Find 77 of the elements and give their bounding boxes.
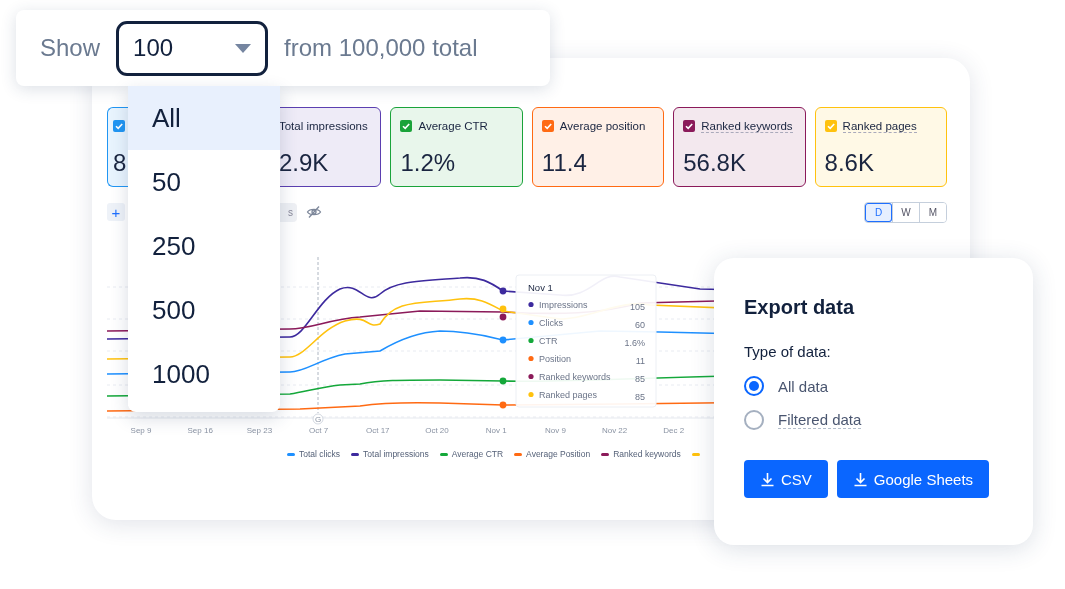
show-label: Show <box>40 34 101 62</box>
period-tab[interactable]: M <box>919 202 946 222</box>
tooltip-value: 11 <box>635 356 645 366</box>
metric-label: Average position <box>559 120 646 132</box>
caret-icon <box>235 43 252 53</box>
metric-value: 11.4 <box>541 149 588 177</box>
dropdown-option[interactable]: 1000 <box>128 342 280 406</box>
axis-label: Sep 23 <box>246 426 273 435</box>
total-label: from 100,000 total <box>284 34 478 62</box>
download-button[interactable]: CSV <box>744 460 828 498</box>
tooltip-value: 105 <box>629 302 645 312</box>
checkbox[interactable] <box>400 120 413 132</box>
axis-label: Oct 20 <box>425 426 449 435</box>
metric-label: Average CTR <box>418 120 488 132</box>
axis-label: Nov 22 <box>601 426 628 435</box>
g-marker: G <box>312 413 324 425</box>
metric-card[interactable]: Average position 11.4 <box>531 107 665 187</box>
dropdown-option[interactable]: 250 <box>128 214 280 278</box>
metric-card[interactable]: Ranked pages 8.6K <box>814 107 947 187</box>
metric-value: 8 <box>113 149 128 177</box>
radio-label[interactable]: Filtered data <box>778 411 862 429</box>
axis-label: Oct 17 <box>366 426 390 435</box>
panel-title: Export data <box>744 296 856 319</box>
metric-label: Ranked keywords <box>701 119 793 133</box>
dropdown-option[interactable]: 50 <box>128 150 280 214</box>
legend-label: Total clicks <box>299 449 341 459</box>
axis-label: Oct 7 <box>309 426 329 435</box>
metric-card[interactable]: 8 <box>107 107 128 187</box>
axis-label: Nov 1 <box>485 426 507 435</box>
axis-label: Sep 16 <box>187 426 213 435</box>
tooltip-value: 1.6% <box>624 338 645 348</box>
data-point <box>499 287 507 295</box>
section-label: Type of data: <box>744 343 832 360</box>
tooltip-label: Clicks <box>539 318 563 328</box>
metric-card[interactable]: Average CTR 1.2% <box>390 107 523 187</box>
data-point <box>499 377 507 385</box>
tooltip-label: CTR <box>539 336 558 346</box>
checkbox[interactable] <box>683 120 696 132</box>
metric-label: Ranked pages <box>842 119 917 133</box>
download-button[interactable]: Google Sheets <box>836 460 990 498</box>
legend-label: Total impressions <box>363 449 429 459</box>
period-tab[interactable]: D <box>865 202 892 222</box>
tooltip-label: Ranked pages <box>539 390 598 400</box>
axis-label: Sep 9 <box>130 426 152 435</box>
metric-card[interactable]: Ranked keywords 56.8K <box>673 107 806 187</box>
download-icon <box>852 471 868 487</box>
checkbox[interactable] <box>824 120 837 132</box>
data-point <box>499 401 507 409</box>
tooltip-label: Ranked keywords <box>539 372 611 382</box>
checkbox[interactable] <box>541 120 554 132</box>
axis-label: Nov 9 <box>544 426 566 435</box>
checkbox[interactable] <box>113 120 125 132</box>
tooltip-value: 85 <box>635 374 645 384</box>
radio-button[interactable] <box>744 410 764 430</box>
page-size-select[interactable]: 100 <box>116 20 269 76</box>
legend-label: Average CTR <box>451 449 504 459</box>
metric-value: 8.6K <box>824 149 875 177</box>
tooltip-label: Position <box>539 354 572 364</box>
tooltip-value: 85 <box>635 392 645 402</box>
radio-label[interactable]: All data <box>778 377 829 395</box>
metric-value: 1.2% <box>400 149 457 177</box>
tooltip-title: Nov 1 <box>528 282 553 293</box>
data-point <box>499 336 507 344</box>
legend-label: Average Position <box>526 449 591 459</box>
dropdown-option[interactable]: All <box>128 86 280 150</box>
legend-label: Ranked keywords <box>613 449 681 459</box>
tooltip-value: 60 <box>635 320 645 330</box>
dropdown-option[interactable]: 500 <box>128 278 280 342</box>
metric-value: 56.8K <box>683 149 747 177</box>
download-icon <box>760 471 775 487</box>
add-button[interactable]: + <box>107 203 125 221</box>
metric-value: 2.9K <box>278 149 330 177</box>
hidden-eye-icon[interactable] <box>306 205 322 219</box>
radio-button[interactable] <box>744 376 764 396</box>
tooltip-label: Impressions <box>539 300 588 310</box>
metric-label: Total impressions <box>278 120 368 132</box>
axis-label: Dec 2 <box>663 426 685 435</box>
